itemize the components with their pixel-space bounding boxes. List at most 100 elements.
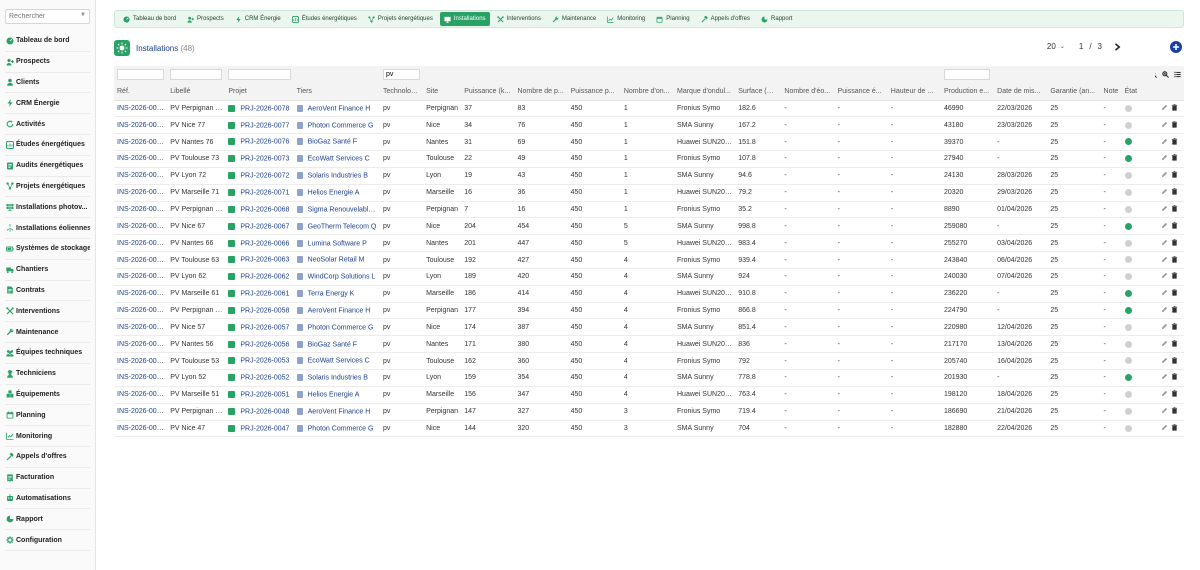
- table-row[interactable]: INS-2026-0078 PV Perpignan 78 PRJ-2026-007…: [114, 100, 1184, 118]
- sidebar-item-19[interactable]: Monitoring: [5, 426, 90, 447]
- trash-icon[interactable]: [1168, 238, 1178, 246]
- table-row[interactable]: INS-2026-0076 PV Nantes 76 PRJ-2026-0076 Bi…: [114, 133, 1184, 152]
- column-header[interactable]: Puissance é...: [834, 83, 888, 101]
- table-row[interactable]: INS-2026-0052 PV Lyon 52 PRJ-2026-0052 Sola…: [114, 369, 1184, 387]
- tab-3[interactable]: Études énergétiques: [288, 12, 361, 26]
- edit-icon[interactable]: [1158, 373, 1168, 380]
- tab-11[interactable]: Rapport: [757, 12, 796, 26]
- thirdparty-link[interactable]: BioGaz Santé F: [308, 341, 357, 348]
- project-link[interactable]: PRJ-2026-0057: [240, 324, 289, 331]
- installation-ref-link[interactable]: INS-2026-0057: [117, 324, 164, 331]
- sidebar-item-3[interactable]: CRM Énergie: [5, 93, 90, 115]
- sidebar-item-6[interactable]: Audits énergétiques: [5, 156, 90, 177]
- project-link[interactable]: PRJ-2026-0051: [240, 391, 289, 398]
- table-row[interactable]: INS-2026-0066 PV Nantes 66 PRJ-2026-0066 Lu…: [114, 234, 1184, 253]
- sidebar-item-11[interactable]: Chantiers: [5, 260, 90, 281]
- project-link[interactable]: PRJ-2026-0047: [240, 425, 289, 432]
- installation-ref-link[interactable]: INS-2026-0071: [117, 189, 164, 196]
- sidebar-item-8[interactable]: Installations photov...: [5, 197, 90, 219]
- column-header[interactable]: Surface (m2): [735, 83, 782, 101]
- edit-icon[interactable]: [1158, 222, 1168, 229]
- installation-ref-link[interactable]: INS-2026-0052: [117, 374, 164, 381]
- edit-icon[interactable]: [1158, 323, 1168, 330]
- sidebar-item-7[interactable]: Projets énergétiques: [5, 177, 90, 198]
- sidebar-item-10[interactable]: Systèmes de stockage: [5, 239, 90, 260]
- column-header[interactable]: Note: [1100, 83, 1122, 101]
- installation-ref-link[interactable]: INS-2026-0063: [117, 257, 164, 264]
- column-header[interactable]: Tiers: [293, 83, 380, 101]
- table-row[interactable]: INS-2026-0048 PV Perpignan 48 PRJ-2026-004…: [114, 403, 1184, 421]
- filter-ref-input[interactable]: [117, 69, 165, 80]
- table-row[interactable]: INS-2026-0071 PV Marseille 71 PRJ-2026-007…: [114, 184, 1184, 202]
- column-header[interactable]: État: [1121, 83, 1155, 101]
- column-header[interactable]: Réf.: [114, 83, 168, 101]
- edit-icon[interactable]: [1158, 138, 1168, 145]
- trash-icon[interactable]: [1168, 339, 1178, 347]
- installation-ref-link[interactable]: INS-2026-0077: [117, 122, 164, 129]
- trash-icon[interactable]: [1168, 323, 1178, 330]
- trash-icon[interactable]: [1168, 188, 1178, 195]
- table-row[interactable]: INS-2026-0061 PV Marseille 61 PRJ-2026-006…: [114, 285, 1184, 303]
- thirdparty-link[interactable]: Terra Energy K: [308, 290, 355, 297]
- column-header[interactable]: Nombre de p...: [514, 83, 568, 101]
- table-row[interactable]: INS-2026-0077 PV Nice 77 PRJ-2026-0077 Phot…: [114, 116, 1184, 135]
- tab-6[interactable]: Interventions: [493, 12, 545, 26]
- installation-ref-link[interactable]: INS-2026-0062: [117, 273, 164, 280]
- project-link[interactable]: PRJ-2026-0052: [240, 375, 289, 382]
- trash-icon[interactable]: [1168, 205, 1178, 212]
- table-row[interactable]: INS-2026-0072 PV Lyon 72 PRJ-2026-0072 Sola…: [114, 167, 1184, 185]
- project-link[interactable]: PRJ-2026-0063: [240, 257, 289, 264]
- filter-libelle-input[interactable]: [170, 69, 223, 80]
- sidebar-item-2[interactable]: Clients: [5, 73, 90, 94]
- sidebar-item-5[interactable]: Études énergétiques: [5, 135, 90, 156]
- tab-10[interactable]: Appels d'offres: [697, 12, 754, 26]
- thirdparty-link[interactable]: BioGaz Santé F: [308, 139, 357, 146]
- sidebar-item-12[interactable]: Contrats: [5, 281, 90, 302]
- installation-ref-link[interactable]: INS-2026-0051: [117, 391, 164, 398]
- edit-icon[interactable]: [1158, 205, 1168, 212]
- table-row[interactable]: INS-2026-0047 PV Nice 47 PRJ-2026-0047 Phot…: [114, 420, 1184, 438]
- installation-ref-link[interactable]: INS-2026-0067: [117, 223, 164, 230]
- table-row[interactable]: INS-2026-0062 PV Lyon 62 PRJ-2026-0062 Wind…: [114, 268, 1184, 286]
- thirdparty-link[interactable]: AeroVent Finance H: [308, 408, 371, 415]
- installation-ref-link[interactable]: INS-2026-0072: [117, 172, 164, 179]
- sidebar-item-24[interactable]: Configuration: [5, 530, 90, 551]
- sidebar-item-20[interactable]: Appels d'offres: [5, 447, 90, 468]
- edit-icon[interactable]: [1158, 104, 1168, 111]
- project-link[interactable]: PRJ-2026-0073: [240, 156, 289, 163]
- column-header[interactable]: Date de mis...: [994, 83, 1048, 101]
- project-link[interactable]: PRJ-2026-0056: [240, 341, 289, 348]
- trash-icon[interactable]: [1168, 424, 1178, 431]
- edit-icon[interactable]: [1158, 121, 1168, 128]
- table-row[interactable]: INS-2026-0067 PV Nice 67 PRJ-2026-0067 GeoT…: [114, 217, 1184, 236]
- column-header[interactable]: Garantie (an...: [1047, 83, 1101, 101]
- trash-icon[interactable]: [1168, 104, 1178, 111]
- trash-icon[interactable]: [1168, 255, 1178, 263]
- installation-ref-link[interactable]: INS-2026-0073: [117, 155, 164, 162]
- tab-4[interactable]: Projets énergétiques: [364, 12, 437, 26]
- thirdparty-link[interactable]: NeoSolar Retail M: [308, 257, 365, 264]
- installation-ref-link[interactable]: INS-2026-0053: [117, 358, 164, 365]
- trash-icon[interactable]: [1168, 121, 1178, 128]
- trash-icon[interactable]: [1168, 272, 1178, 280]
- edit-icon[interactable]: [1158, 272, 1168, 279]
- chevron-down-icon[interactable]: ⌄: [1060, 43, 1065, 50]
- column-header[interactable]: Hauteur de ...: [887, 83, 941, 101]
- current-page[interactable]: 1: [1079, 42, 1083, 51]
- installation-ref-link[interactable]: INS-2026-0056: [117, 341, 164, 348]
- sidebar-item-21[interactable]: Facturation: [5, 468, 90, 489]
- edit-icon[interactable]: [1158, 171, 1168, 178]
- sidebar-item-14[interactable]: Maintenance: [5, 322, 90, 343]
- sidebar-item-22[interactable]: Automatisations: [5, 489, 90, 510]
- trash-icon[interactable]: [1168, 289, 1178, 296]
- sidebar-search[interactable]: ▼: [5, 9, 90, 24]
- project-link[interactable]: PRJ-2026-0072: [240, 172, 289, 179]
- column-header[interactable]: Puissance p...: [567, 83, 621, 101]
- project-link[interactable]: PRJ-2026-0068: [240, 206, 289, 213]
- project-link[interactable]: PRJ-2026-0048: [240, 408, 289, 415]
- project-link[interactable]: PRJ-2026-0066: [240, 240, 289, 247]
- installation-ref-link[interactable]: INS-2026-0047: [117, 425, 164, 432]
- tab-0[interactable]: Tableau de bord: [119, 12, 180, 26]
- installation-ref-link[interactable]: INS-2026-0066: [117, 240, 164, 247]
- column-header[interactable]: Projet: [225, 83, 294, 101]
